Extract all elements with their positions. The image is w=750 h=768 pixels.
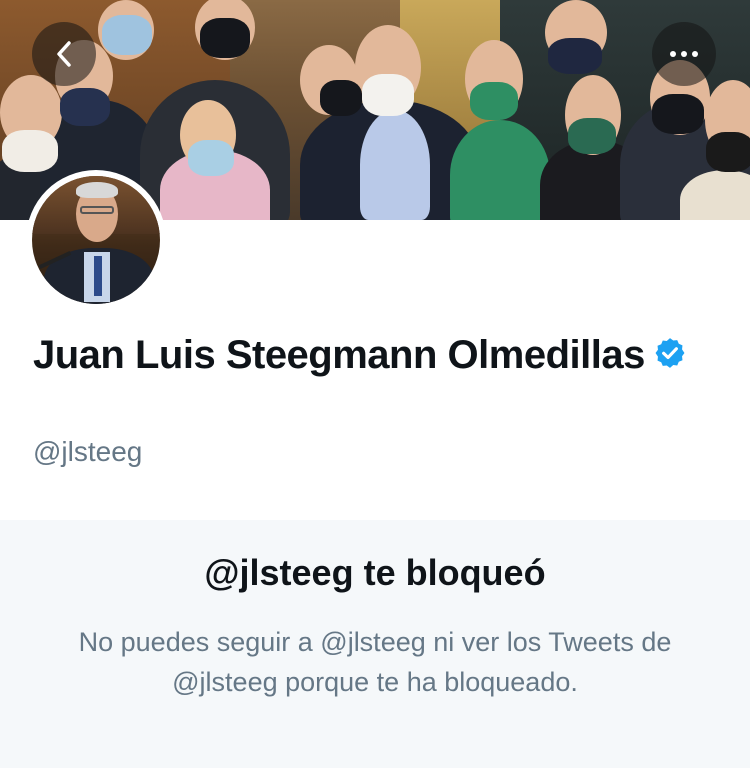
profile-display-name: Juan Luis Steegmann Olmedillas (33, 330, 723, 380)
chevron-left-icon (57, 41, 71, 67)
more-horizontal-icon (670, 51, 698, 57)
profile-avatar[interactable] (26, 170, 166, 310)
display-name-text: Juan Luis Steegmann Olmedillas (33, 333, 645, 377)
profile-handle: @jlsteeg (33, 436, 143, 467)
blocked-description: No puedes seguir a @jlsteeg ni ver los T… (78, 627, 672, 697)
more-options-button[interactable] (652, 22, 716, 86)
avatar-photo (32, 176, 160, 304)
verified-badge-icon (655, 338, 685, 369)
back-button[interactable] (32, 22, 96, 86)
blocked-title: @jlsteeg te bloqueó (204, 552, 546, 593)
